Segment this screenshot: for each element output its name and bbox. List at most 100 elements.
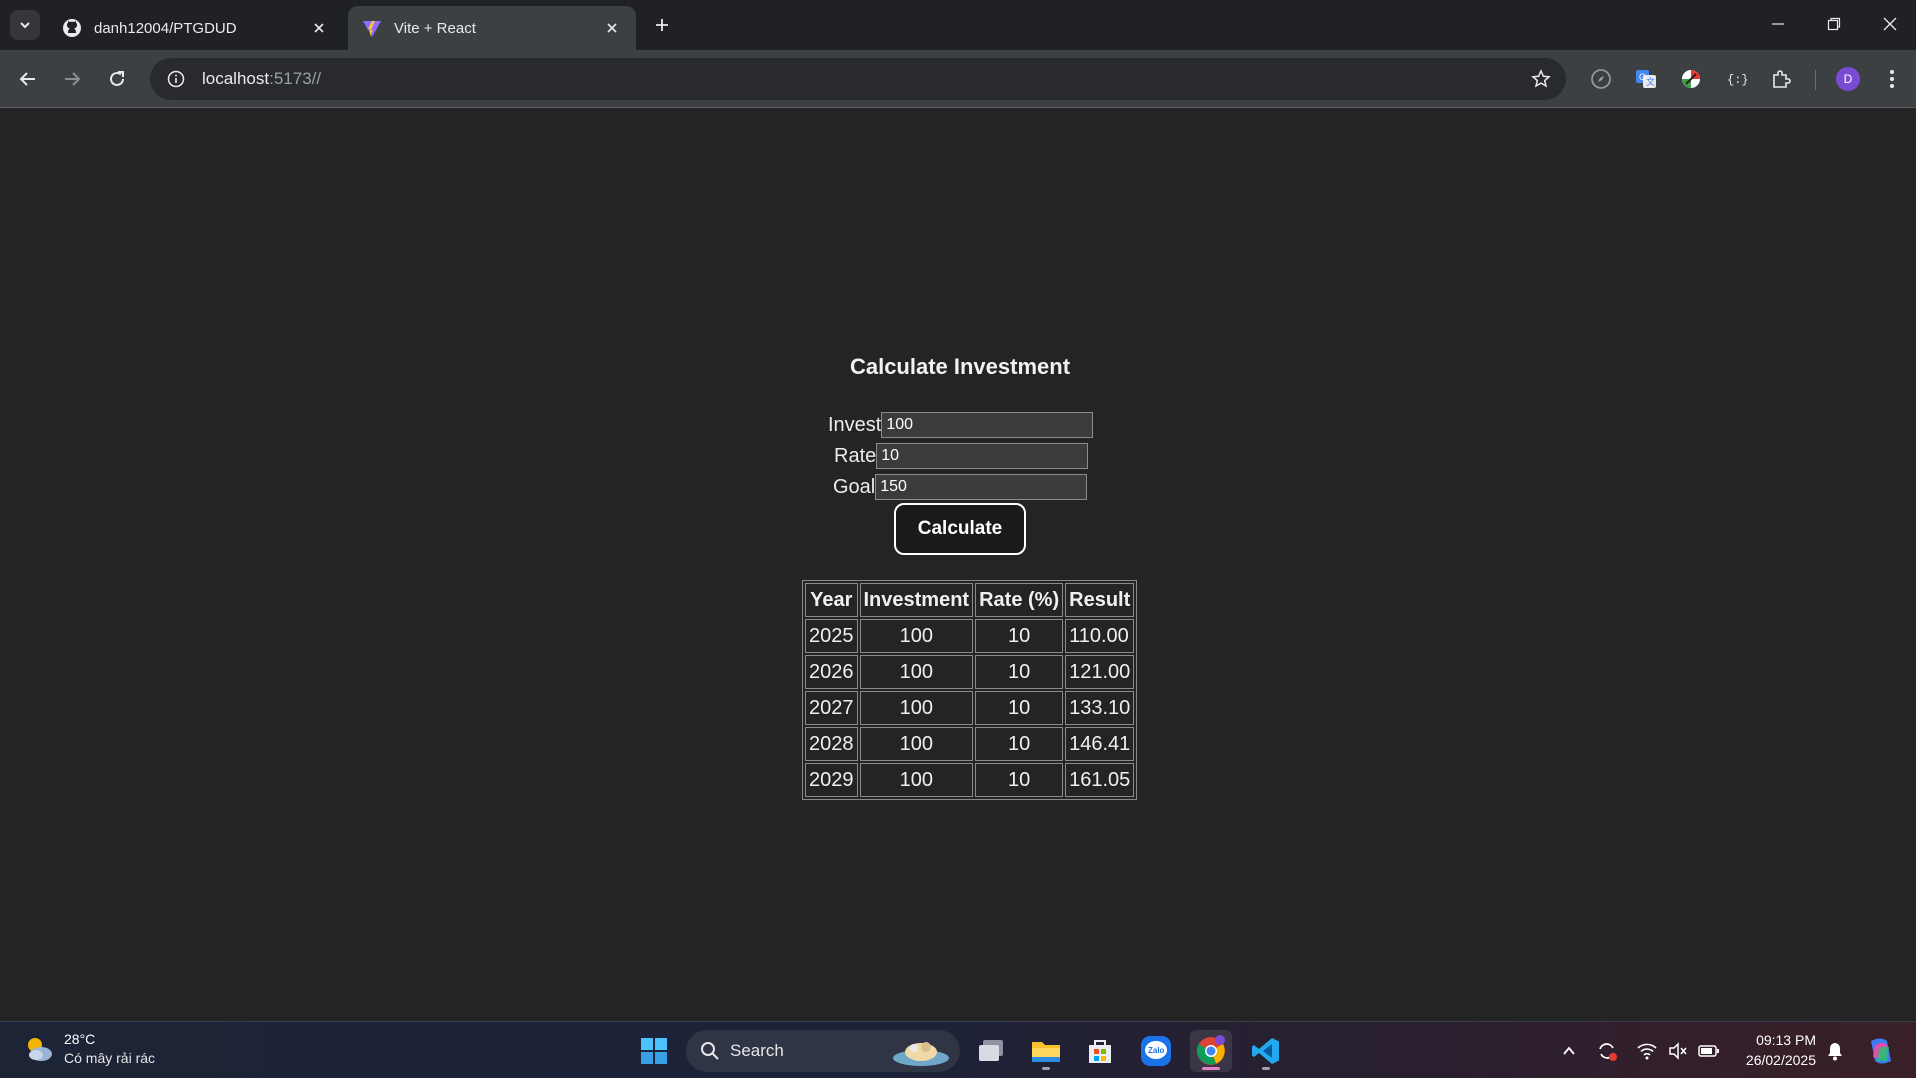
- windows-taskbar: 28°C Có mây rải rác Search Zalo 09:13 PM…: [0, 1021, 1916, 1078]
- profile-avatar[interactable]: D: [1836, 67, 1860, 91]
- reload-button[interactable]: [101, 63, 133, 95]
- invest-row: Invest: [828, 412, 1094, 438]
- close-icon[interactable]: [602, 18, 622, 38]
- json-viewer-extension-icon[interactable]: {:}: [1720, 63, 1752, 95]
- results-table: Year Investment Rate (%) Result 2025 100…: [802, 580, 1138, 800]
- back-button[interactable]: [12, 63, 44, 95]
- restore-icon: [1827, 17, 1841, 31]
- cell-year: 2025: [805, 619, 858, 653]
- compass-extension-icon[interactable]: [1585, 63, 1617, 95]
- weather-widget[interactable]: 28°C Có mây rải rác: [22, 1030, 155, 1068]
- column-header-result: Result: [1065, 583, 1135, 617]
- invest-label: Invest: [828, 413, 882, 436]
- taskbar-search[interactable]: Search: [686, 1030, 960, 1072]
- address-bar[interactable]: localhost:5173//: [150, 58, 1566, 100]
- notification-bell-icon[interactable]: [1822, 1038, 1848, 1064]
- cell-result: 110.00: [1065, 619, 1135, 653]
- table-row: 2029 100 10 161.05: [805, 763, 1135, 797]
- file-explorer-button[interactable]: [1025, 1030, 1067, 1072]
- folder-icon: [1032, 1042, 1060, 1062]
- svg-text:{:}: {:}: [1727, 73, 1747, 87]
- clock-time: 09:13 PM: [1756, 1032, 1816, 1048]
- windows-logo-icon: [641, 1038, 667, 1064]
- running-indicator: [1262, 1067, 1270, 1070]
- clock-date: 26/02/2025: [1745, 1052, 1816, 1068]
- rate-row: Rate: [834, 443, 1089, 469]
- tab-github[interactable]: danh12004/PTGDUD: [48, 6, 343, 50]
- volume-muted-icon[interactable]: [1665, 1038, 1691, 1064]
- wifi-icon[interactable]: [1634, 1038, 1660, 1064]
- search-label: Search: [730, 1041, 784, 1060]
- column-header-year: Year: [805, 583, 858, 617]
- rate-input[interactable]: [876, 443, 1089, 469]
- cell-rate: 10: [975, 619, 1064, 653]
- color-picker-extension-icon[interactable]: [1675, 63, 1707, 95]
- system-clock[interactable]: 09:13 PM 26/02/2025: [1736, 1030, 1816, 1070]
- plus-icon: [656, 19, 668, 31]
- copilot-icon[interactable]: [1864, 1034, 1898, 1068]
- close-window-button[interactable]: [1870, 8, 1910, 40]
- svg-text:文: 文: [1646, 76, 1655, 87]
- start-button[interactable]: [633, 1030, 675, 1072]
- close-icon[interactable]: [309, 18, 329, 38]
- cell-result: 161.05: [1065, 763, 1135, 797]
- table-row: 2027 100 10 133.10: [805, 691, 1135, 725]
- chrome-icon: [1196, 1035, 1225, 1065]
- browser-toolbar: localhost:5173// G文 {:} D: [0, 50, 1916, 108]
- weather-temperature: 28°C: [64, 1031, 96, 1047]
- invest-input[interactable]: [881, 412, 1094, 438]
- cell-result: 121.00: [1065, 655, 1135, 689]
- page-title: Calculate Investment: [849, 354, 1071, 379]
- microsoft-store-button[interactable]: [1079, 1030, 1121, 1072]
- page-content: Calculate Investment Invest Rate Goal Ca…: [0, 109, 1916, 1021]
- partly-cloudy-icon: [22, 1032, 56, 1066]
- close-icon: [1883, 17, 1897, 31]
- restore-button[interactable]: [1814, 8, 1854, 40]
- goal-row: Goal: [833, 474, 1088, 500]
- cell-investment: 100: [859, 691, 974, 725]
- bookmark-star-icon[interactable]: [1530, 68, 1552, 90]
- chevron-up-icon: [1563, 1046, 1575, 1055]
- cell-result: 146.41: [1065, 727, 1135, 761]
- task-view-button[interactable]: [970, 1030, 1012, 1072]
- url-text: localhost:5173//: [202, 69, 321, 89]
- svg-text:G: G: [1639, 72, 1646, 82]
- table-row: 2025 100 10 110.00: [805, 619, 1135, 653]
- new-tab-button[interactable]: [648, 11, 676, 39]
- weather-text: 28°C Có mây rải rác: [64, 1030, 155, 1068]
- calculate-button[interactable]: Calculate: [894, 503, 1026, 555]
- vscode-button[interactable]: [1245, 1030, 1287, 1072]
- cell-investment: 100: [859, 655, 974, 689]
- goal-input[interactable]: [875, 474, 1088, 500]
- minimize-button[interactable]: [1758, 8, 1798, 40]
- minimize-icon: [1772, 23, 1784, 25]
- tab-vite-react[interactable]: Vite + React: [348, 6, 636, 50]
- zalo-icon: Zalo: [1141, 1036, 1171, 1066]
- more-menu-icon[interactable]: [1876, 63, 1908, 95]
- extensions-puzzle-icon[interactable]: [1765, 63, 1797, 95]
- cell-rate: 10: [975, 691, 1064, 725]
- chevron-down-icon: [20, 22, 30, 29]
- tab-search-button[interactable]: [10, 10, 40, 40]
- vscode-icon: [1252, 1038, 1279, 1064]
- goal-label: Goal: [833, 475, 876, 498]
- table-row: 2028 100 10 146.41: [805, 727, 1135, 761]
- column-header-investment: Investment: [859, 583, 974, 617]
- zalo-button[interactable]: Zalo: [1135, 1030, 1177, 1072]
- show-hidden-icons-button[interactable]: [1556, 1038, 1582, 1064]
- running-indicator: [1042, 1067, 1050, 1070]
- forward-button[interactable]: [56, 63, 88, 95]
- site-info-icon[interactable]: [156, 58, 196, 100]
- svg-text:Zalo: Zalo: [1148, 1046, 1165, 1055]
- search-highlight-image-icon: [893, 1042, 949, 1066]
- battery-icon[interactable]: [1696, 1038, 1722, 1064]
- url-host: localhost: [202, 69, 270, 88]
- cell-year: 2028: [805, 727, 858, 761]
- arrow-left-icon: [19, 72, 35, 86]
- weather-description: Có mây rải rác: [64, 1050, 156, 1066]
- cell-investment: 100: [859, 727, 974, 761]
- sync-status-icon[interactable]: [1594, 1038, 1620, 1064]
- reload-icon: [110, 71, 124, 86]
- google-translate-icon[interactable]: G文: [1630, 63, 1662, 95]
- chrome-button[interactable]: [1190, 1030, 1232, 1072]
